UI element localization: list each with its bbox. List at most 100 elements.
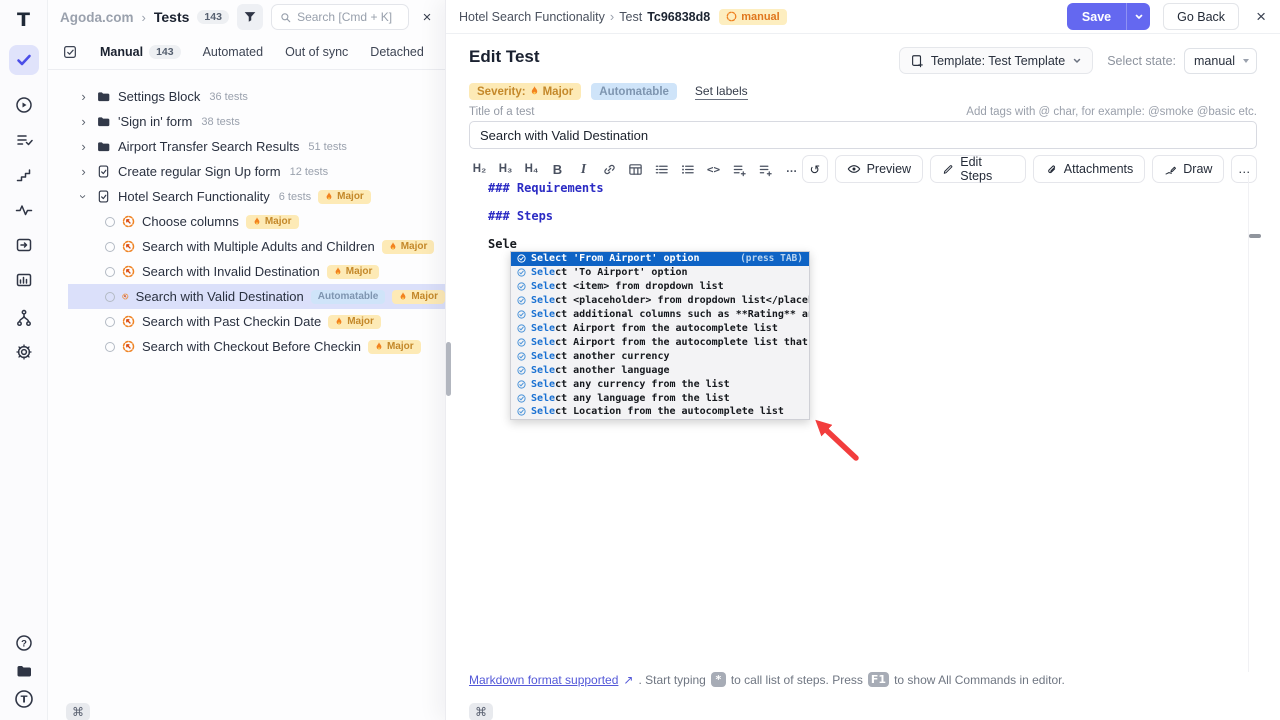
help-icon: ? bbox=[15, 634, 33, 652]
status-ring-icon[interactable] bbox=[105, 242, 115, 252]
rail-item-tests[interactable] bbox=[9, 45, 39, 75]
test-case-multiple-adults[interactable]: Search with Multiple Adults and Children… bbox=[48, 234, 445, 259]
chevron-down-icon[interactable]: › bbox=[76, 191, 91, 202]
go-back-button[interactable]: Go Back bbox=[1163, 3, 1239, 30]
filter-button[interactable] bbox=[237, 4, 263, 30]
option-typed: Sele bbox=[531, 267, 555, 278]
rail-item-steps[interactable] bbox=[9, 160, 39, 190]
tree-suite-create-signup[interactable]: › Create regular Sign Up form 12 tests bbox=[48, 159, 445, 184]
severity-badge: Major bbox=[246, 215, 299, 229]
test-label: Search with Checkout Before Checkin bbox=[142, 339, 361, 354]
keyboard-shortcut-badge[interactable]: ⌘ bbox=[469, 703, 493, 720]
bulk-select-button[interactable] bbox=[62, 44, 78, 60]
severity-badge[interactable]: Severity: Major bbox=[469, 83, 581, 100]
state-select[interactable]: manual bbox=[1184, 48, 1257, 74]
test-case-checkout-before-checkin[interactable]: Search with Checkout Before Checkin Majo… bbox=[48, 334, 445, 359]
tab-detached[interactable]: Detached bbox=[370, 45, 424, 59]
rail-item-activity[interactable] bbox=[9, 195, 39, 225]
status-ring-icon[interactable] bbox=[105, 342, 115, 352]
attachments-label: Attachments bbox=[1064, 162, 1133, 176]
tab-out-of-sync[interactable]: Out of sync bbox=[285, 45, 348, 59]
editor-line-steps[interactable]: ### Steps bbox=[488, 209, 553, 223]
keyboard-shortcut-badge[interactable]: ⌘ bbox=[66, 703, 90, 720]
markdown-help-link[interactable]: Markdown format supported bbox=[469, 673, 618, 687]
chevron-right-icon[interactable]: › bbox=[78, 114, 89, 129]
save-button[interactable]: Save bbox=[1067, 3, 1126, 30]
status-ring-icon[interactable] bbox=[105, 317, 115, 327]
editor-line-requirements[interactable]: ### Requirements bbox=[488, 181, 604, 195]
chevron-right-icon[interactable]: › bbox=[78, 139, 89, 154]
test-case-choose-columns[interactable]: Choose columns Major bbox=[48, 209, 445, 234]
test-case-past-checkin[interactable]: Search with Past Checkin Date Major bbox=[48, 309, 445, 334]
test-label: Search with Multiple Adults and Children bbox=[142, 239, 375, 254]
status-ring-icon[interactable] bbox=[105, 217, 115, 227]
tree-suite-hotel-search[interactable]: › Hotel Search Functionality 6 tests Maj… bbox=[48, 184, 445, 209]
chevron-right-icon[interactable]: › bbox=[78, 89, 89, 104]
check-circle-icon bbox=[517, 254, 526, 263]
option-typed: Sele bbox=[531, 295, 555, 306]
breadcrumb-parent-suite[interactable]: Hotel Search Functionality bbox=[459, 10, 605, 24]
explorer-scrollbar-thumb[interactable] bbox=[446, 342, 451, 396]
test-case-invalid-destination[interactable]: Search with Invalid Destination Major bbox=[48, 259, 445, 284]
editor-scrollbar-thumb[interactable] bbox=[1249, 234, 1261, 238]
search-box bbox=[271, 4, 409, 30]
rail-item-help[interactable]: ? bbox=[9, 628, 39, 658]
flame-icon bbox=[334, 267, 342, 277]
play-circle-icon bbox=[15, 96, 33, 114]
rail-item-account[interactable]: T bbox=[9, 684, 39, 714]
autocomplete-option[interactable]: Select Airport from the autocomplete lis… bbox=[511, 335, 809, 349]
rail-item-analytics[interactable] bbox=[9, 265, 39, 295]
flame-icon bbox=[530, 86, 539, 97]
icon-rail: T ? bbox=[0, 0, 48, 720]
caret-down-icon bbox=[1243, 59, 1249, 63]
autocomplete-option[interactable]: Select Location from the autocomplete li… bbox=[511, 405, 809, 419]
suite-label: Create regular Sign Up form bbox=[118, 164, 281, 179]
test-id[interactable]: Tc96838d8 bbox=[647, 10, 710, 24]
rail-item-import[interactable] bbox=[9, 230, 39, 260]
tab-manual[interactable]: Manual143 bbox=[100, 45, 181, 59]
autocomplete-option[interactable]: Select another language bbox=[511, 363, 809, 377]
status-ring-icon[interactable] bbox=[105, 292, 115, 302]
breadcrumb-separator: › bbox=[142, 10, 146, 25]
template-select-button[interactable]: Template: Test Template bbox=[899, 47, 1093, 74]
search-input[interactable] bbox=[297, 10, 400, 24]
autocomplete-option[interactable]: Select any currency from the list bbox=[511, 377, 809, 391]
rail-item-branches[interactable] bbox=[9, 303, 39, 333]
autocomplete-option[interactable]: Select Airport from the autocomplete lis… bbox=[511, 322, 809, 336]
rail-item-projects[interactable] bbox=[9, 656, 39, 686]
tree-folder-sign-in-form[interactable]: › 'Sign in' form 38 tests bbox=[48, 109, 445, 134]
tree-folder-settings-block[interactable]: › Settings Block 36 tests bbox=[48, 84, 445, 109]
save-options-button[interactable] bbox=[1126, 3, 1150, 30]
close-drawer-icon[interactable]: × bbox=[1256, 8, 1266, 25]
editor-typed-text[interactable]: Sele bbox=[488, 237, 517, 251]
automatable-badge[interactable]: Automatable bbox=[591, 83, 677, 100]
autocomplete-option[interactable]: Select any language from the list bbox=[511, 391, 809, 405]
autocomplete-option[interactable]: Select 'To Airport' option bbox=[511, 266, 809, 280]
autocomplete-option[interactable]: Select additional columns such as **Rati… bbox=[511, 308, 809, 322]
option-rest: ct <placeholder> from dropdown list</pla… bbox=[555, 295, 809, 306]
breadcrumb-section[interactable]: Tests bbox=[154, 9, 190, 25]
chevron-right-icon[interactable]: › bbox=[78, 164, 89, 179]
rail-item-settings[interactable] bbox=[9, 337, 39, 367]
autocomplete-option[interactable]: Select another currency bbox=[511, 349, 809, 363]
autocomplete-option[interactable]: Select <item> from dropdown list bbox=[511, 280, 809, 294]
close-search-icon[interactable]: × bbox=[417, 9, 437, 26]
tab-automated[interactable]: Automated bbox=[203, 45, 263, 59]
breadcrumb-project[interactable]: Agoda.com bbox=[60, 10, 134, 25]
flame-icon bbox=[253, 217, 261, 227]
set-labels-link[interactable]: Set labels bbox=[695, 84, 748, 100]
autocomplete-option-selected[interactable]: Select 'From Airport' option(press TAB) bbox=[511, 252, 809, 266]
rail-item-runs[interactable] bbox=[9, 90, 39, 120]
test-case-valid-destination[interactable]: Search with Valid Destination Automatabl… bbox=[48, 284, 445, 309]
test-label: Choose columns bbox=[142, 214, 239, 229]
autocomplete-option[interactable]: Select <placeholder> from dropdown list<… bbox=[511, 294, 809, 308]
edit-test-drawer: Hotel Search Functionality › Test Tc9683… bbox=[445, 0, 1280, 720]
app-logo[interactable]: T bbox=[9, 5, 39, 35]
template-label: Template: Test Template bbox=[931, 54, 1065, 68]
status-ring-icon[interactable] bbox=[105, 267, 115, 277]
folder-icon bbox=[96, 89, 111, 104]
tree-folder-airport-transfer[interactable]: › Airport Transfer Search Results 51 tes… bbox=[48, 134, 445, 159]
rail-item-plans[interactable] bbox=[9, 125, 39, 155]
f1-keycap: F1 bbox=[868, 672, 889, 687]
test-title-input[interactable] bbox=[469, 121, 1257, 149]
